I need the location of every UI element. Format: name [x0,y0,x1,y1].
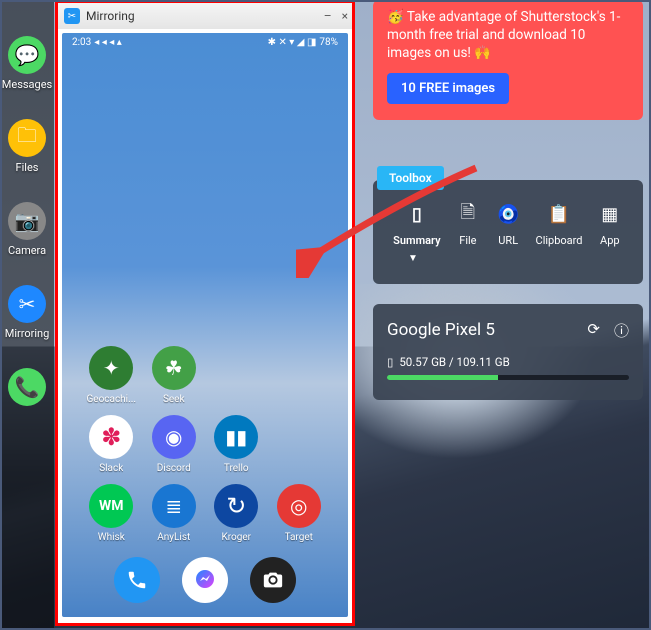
app-icon: ✂ [64,8,80,24]
info-button[interactable]: ⓘ [614,320,629,341]
phone-icon: 📞 [8,368,46,406]
app-trello[interactable]: ▮▮Trello [205,415,268,474]
taskbar-label: Files [16,161,39,174]
taskbar-item-camera[interactable]: 📷 Camera [0,202,54,257]
toolbox-tag: Toolbox [377,166,444,190]
promo-text: 🥳 Take advantage of Shutterstock's 1-mon… [387,8,629,63]
phone-dock [62,557,348,603]
titlebar[interactable]: ✂ Mirroring – × [58,3,352,29]
url-icon: 🧿 [495,202,521,228]
device-panel: Google Pixel 5 ⟳ ⓘ ▯ 50.57 GB / 109.11 G… [373,304,643,400]
phone-screen[interactable]: 2:03 ◂ ◂ ◂ ▴ ✱ ✕ ▾ ◢ ◨ 78% ✦Geocachi... … [62,33,348,617]
whisk-icon: WM [89,484,133,528]
app-discord[interactable]: ◉Discord [143,415,206,474]
device-name: Google Pixel 5 [387,320,495,340]
camera-icon: 📷 [8,202,46,240]
taskbar-label: Mirroring [5,327,50,340]
status-icons: ✱ ✕ ▾ ◢ ◨ [268,37,317,48]
app-whisk[interactable]: WMWhisk [80,484,143,543]
discord-icon: ◉ [152,415,196,459]
promo-card: 🥳 Take advantage of Shutterstock's 1-mon… [373,0,643,120]
mirroring-window: ✂ Mirroring – × 2:03 ◂ ◂ ◂ ▴ ✱ ✕ ▾ ◢ ◨ 7… [55,0,355,626]
status-glyphs: ◂ ◂ ◂ ▴ [94,37,122,48]
anylist-icon: ≣ [152,484,196,528]
storage-fill [387,375,498,380]
target-icon: ◎ [277,484,321,528]
tool-url[interactable]: 🧿URL [495,202,521,247]
summary-icon: ▯ [404,202,430,228]
status-battery: 78% [319,37,338,48]
app-slack[interactable]: ✽Slack [80,415,143,474]
taskbar-item-phone[interactable]: 📞 [0,368,54,406]
taskbar-item-files[interactable]: 🗀 Files [0,119,54,174]
taskbar-label: Camera [8,244,46,257]
toolbox-panel: ▯Summary 🗎File 🧿URL 📋Clipboard ▦App ▼ [373,180,643,284]
app-grid-icon: ▦ [597,202,623,228]
app-seek[interactable]: ☘Seek [143,346,206,405]
storage-text: 50.57 GB / 109.11 GB [399,355,509,369]
taskbar-item-messages[interactable]: 💬 Messages [0,36,54,91]
tool-file[interactable]: 🗎File [455,202,481,247]
window-title: Mirroring [86,9,135,23]
app-kroger[interactable]: ↻Kroger [205,484,268,543]
dock-phone[interactable] [114,557,160,603]
scissors-icon: ✂ [8,285,46,323]
clipboard-icon: 📋 [546,202,572,228]
refresh-button[interactable]: ⟳ [587,320,600,341]
minimize-button[interactable]: – [324,9,332,23]
kroger-icon: ↻ [214,484,258,528]
app-geocaching[interactable]: ✦Geocachi... [80,346,143,405]
seek-icon: ☘ [152,346,196,390]
folder-icon: 🗀 [8,119,46,157]
file-icon: 🗎 [455,202,481,228]
status-time: 2:03 [72,37,91,48]
app-grid: ✦Geocachi... ☘Seek ✽Slack ◉Discord ▮▮Tre… [62,346,348,543]
dock-messenger[interactable] [182,557,228,603]
geocaching-icon: ✦ [89,346,133,390]
app-anylist[interactable]: ≣AnyList [143,484,206,543]
trello-icon: ▮▮ [214,415,258,459]
promo-button[interactable]: 10 FREE images [387,73,509,104]
close-button[interactable]: × [342,9,348,23]
message-icon: 💬 [8,36,46,74]
dock-camera[interactable] [250,557,296,603]
tool-clipboard[interactable]: 📋Clipboard [536,202,583,247]
storage-bar [387,375,629,380]
storage-icon: ▯ [387,355,393,369]
taskbar: 💬 Messages 🗀 Files 📷 Camera ✂ Mirroring … [0,0,54,630]
slack-icon: ✽ [89,415,133,459]
active-caret-icon: ▼ [197,253,629,264]
taskbar-item-mirroring[interactable]: ✂ Mirroring [0,285,54,340]
taskbar-label: Messages [2,78,52,91]
phone-statusbar: 2:03 ◂ ◂ ◂ ▴ ✱ ✕ ▾ ◢ ◨ 78% [62,33,348,52]
tool-app[interactable]: ▦App [597,202,623,247]
app-target[interactable]: ◎Target [268,484,331,543]
tool-summary[interactable]: ▯Summary [393,202,440,247]
